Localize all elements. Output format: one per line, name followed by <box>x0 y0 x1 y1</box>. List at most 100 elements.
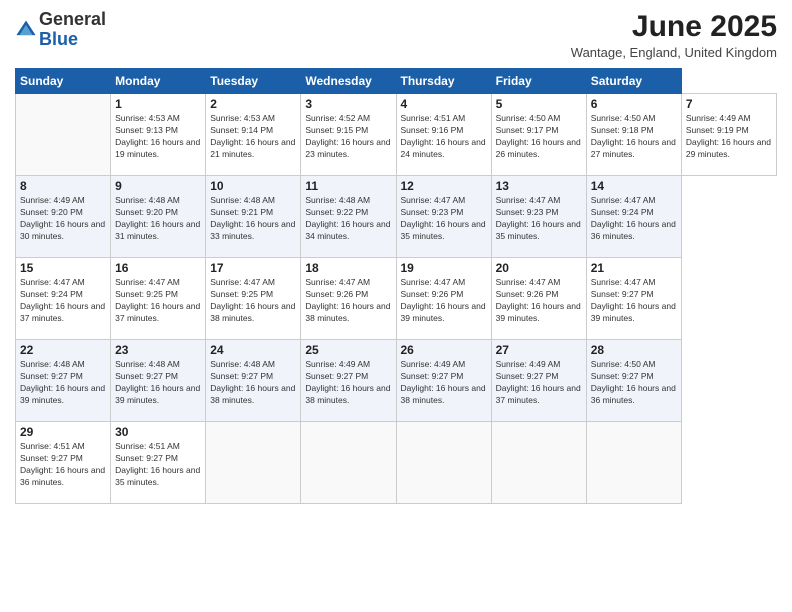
calendar-day-cell: 5 Sunrise: 4:50 AM Sunset: 9:17 PM Dayli… <box>491 94 586 176</box>
sunset-label: Sunset: 9:26 PM <box>305 289 368 299</box>
calendar-day-cell: 23 Sunrise: 4:48 AM Sunset: 9:27 PM Dayl… <box>111 340 206 422</box>
sunrise-label: Sunrise: 4:48 AM <box>210 195 275 205</box>
day-number: 1 <box>115 97 201 111</box>
calendar-week-row: 29 Sunrise: 4:51 AM Sunset: 9:27 PM Dayl… <box>16 422 777 504</box>
calendar-day-cell: 2 Sunrise: 4:53 AM Sunset: 9:14 PM Dayli… <box>206 94 301 176</box>
day-number: 2 <box>210 97 296 111</box>
calendar-day-cell: 18 Sunrise: 4:47 AM Sunset: 9:26 PM Dayl… <box>301 258 396 340</box>
daylight-label: Daylight: 16 hours and 36 minutes. <box>591 383 676 405</box>
sunrise-label: Sunrise: 4:48 AM <box>305 195 370 205</box>
empty-cell <box>206 422 301 504</box>
calendar-day-cell: 29 Sunrise: 4:51 AM Sunset: 9:27 PM Dayl… <box>16 422 111 504</box>
empty-cell <box>491 422 586 504</box>
day-number: 28 <box>591 343 677 357</box>
sunset-label: Sunset: 9:27 PM <box>210 371 273 381</box>
calendar-day-cell: 12 Sunrise: 4:47 AM Sunset: 9:23 PM Dayl… <box>396 176 491 258</box>
day-number: 27 <box>496 343 582 357</box>
daylight-label: Daylight: 16 hours and 26 minutes. <box>496 137 581 159</box>
calendar-day-cell: 20 Sunrise: 4:47 AM Sunset: 9:26 PM Dayl… <box>491 258 586 340</box>
calendar-week-row: 8 Sunrise: 4:49 AM Sunset: 9:20 PM Dayli… <box>16 176 777 258</box>
sunset-label: Sunset: 9:17 PM <box>496 125 559 135</box>
sunrise-label: Sunrise: 4:51 AM <box>401 113 466 123</box>
sunrise-label: Sunrise: 4:49 AM <box>496 359 561 369</box>
sunset-label: Sunset: 9:24 PM <box>20 289 83 299</box>
sunrise-label: Sunrise: 4:53 AM <box>115 113 180 123</box>
calendar-day-cell: 15 Sunrise: 4:47 AM Sunset: 9:24 PM Dayl… <box>16 258 111 340</box>
sunset-label: Sunset: 9:27 PM <box>20 453 83 463</box>
sunset-label: Sunset: 9:22 PM <box>305 207 368 217</box>
sunset-label: Sunset: 9:21 PM <box>210 207 273 217</box>
daylight-label: Daylight: 16 hours and 34 minutes. <box>305 219 390 241</box>
day-info: Sunrise: 4:49 AM Sunset: 9:20 PM Dayligh… <box>20 195 106 243</box>
day-number: 18 <box>305 261 391 275</box>
day-info: Sunrise: 4:47 AM Sunset: 9:27 PM Dayligh… <box>591 277 677 325</box>
sunset-label: Sunset: 9:26 PM <box>401 289 464 299</box>
sunrise-label: Sunrise: 4:47 AM <box>591 277 656 287</box>
daylight-label: Daylight: 16 hours and 38 minutes. <box>305 301 390 323</box>
sunset-label: Sunset: 9:27 PM <box>305 371 368 381</box>
day-info: Sunrise: 4:47 AM Sunset: 9:24 PM Dayligh… <box>591 195 677 243</box>
sunrise-label: Sunrise: 4:50 AM <box>496 113 561 123</box>
daylight-label: Daylight: 16 hours and 23 minutes. <box>305 137 390 159</box>
day-info: Sunrise: 4:48 AM Sunset: 9:22 PM Dayligh… <box>305 195 391 243</box>
daylight-label: Daylight: 16 hours and 35 minutes. <box>115 465 200 487</box>
sunset-label: Sunset: 9:23 PM <box>401 207 464 217</box>
calendar-day-cell: 13 Sunrise: 4:47 AM Sunset: 9:23 PM Dayl… <box>491 176 586 258</box>
day-number: 15 <box>20 261 106 275</box>
day-number: 26 <box>401 343 487 357</box>
header: General Blue June 2025 Wantage, England,… <box>15 10 777 60</box>
sunrise-label: Sunrise: 4:49 AM <box>305 359 370 369</box>
day-info: Sunrise: 4:51 AM Sunset: 9:27 PM Dayligh… <box>20 441 106 489</box>
day-number: 13 <box>496 179 582 193</box>
day-info: Sunrise: 4:47 AM Sunset: 9:26 PM Dayligh… <box>496 277 582 325</box>
day-info: Sunrise: 4:52 AM Sunset: 9:15 PM Dayligh… <box>305 113 391 161</box>
day-info: Sunrise: 4:47 AM Sunset: 9:23 PM Dayligh… <box>496 195 582 243</box>
daylight-label: Daylight: 16 hours and 21 minutes. <box>210 137 295 159</box>
day-number: 29 <box>20 425 106 439</box>
day-info: Sunrise: 4:49 AM Sunset: 9:19 PM Dayligh… <box>686 113 772 161</box>
sunset-label: Sunset: 9:15 PM <box>305 125 368 135</box>
calendar-week-row: 1 Sunrise: 4:53 AM Sunset: 9:13 PM Dayli… <box>16 94 777 176</box>
sunrise-label: Sunrise: 4:50 AM <box>591 359 656 369</box>
sunrise-label: Sunrise: 4:47 AM <box>115 277 180 287</box>
title-block: June 2025 Wantage, England, United Kingd… <box>571 10 777 60</box>
logo-icon <box>15 19 37 41</box>
day-info: Sunrise: 4:50 AM Sunset: 9:17 PM Dayligh… <box>496 113 582 161</box>
day-header-wednesday: Wednesday <box>301 69 396 94</box>
sunset-label: Sunset: 9:19 PM <box>686 125 749 135</box>
day-number: 3 <box>305 97 391 111</box>
sunset-label: Sunset: 9:18 PM <box>591 125 654 135</box>
logo-general: General <box>39 9 106 29</box>
calendar-day-cell: 25 Sunrise: 4:49 AM Sunset: 9:27 PM Dayl… <box>301 340 396 422</box>
day-header-monday: Monday <box>111 69 206 94</box>
sunrise-label: Sunrise: 4:52 AM <box>305 113 370 123</box>
daylight-label: Daylight: 16 hours and 37 minutes. <box>20 301 105 323</box>
sunset-label: Sunset: 9:13 PM <box>115 125 178 135</box>
sunset-label: Sunset: 9:24 PM <box>591 207 654 217</box>
day-info: Sunrise: 4:51 AM Sunset: 9:27 PM Dayligh… <box>115 441 201 489</box>
calendar-day-cell: 7 Sunrise: 4:49 AM Sunset: 9:19 PM Dayli… <box>681 94 776 176</box>
calendar-day-cell: 1 Sunrise: 4:53 AM Sunset: 9:13 PM Dayli… <box>111 94 206 176</box>
daylight-label: Daylight: 16 hours and 39 minutes. <box>591 301 676 323</box>
calendar-day-cell: 19 Sunrise: 4:47 AM Sunset: 9:26 PM Dayl… <box>396 258 491 340</box>
day-info: Sunrise: 4:51 AM Sunset: 9:16 PM Dayligh… <box>401 113 487 161</box>
calendar-day-cell: 21 Sunrise: 4:47 AM Sunset: 9:27 PM Dayl… <box>586 258 681 340</box>
sunrise-label: Sunrise: 4:48 AM <box>115 195 180 205</box>
calendar-day-cell: 26 Sunrise: 4:49 AM Sunset: 9:27 PM Dayl… <box>396 340 491 422</box>
sunrise-label: Sunrise: 4:47 AM <box>496 195 561 205</box>
sunset-label: Sunset: 9:27 PM <box>115 371 178 381</box>
sunrise-label: Sunrise: 4:50 AM <box>591 113 656 123</box>
day-number: 23 <box>115 343 201 357</box>
empty-cell <box>16 94 111 176</box>
day-info: Sunrise: 4:47 AM Sunset: 9:23 PM Dayligh… <box>401 195 487 243</box>
calendar-table: SundayMondayTuesdayWednesdayThursdayFrid… <box>15 68 777 504</box>
daylight-label: Daylight: 16 hours and 35 minutes. <box>496 219 581 241</box>
sunrise-label: Sunrise: 4:49 AM <box>20 195 85 205</box>
day-info: Sunrise: 4:49 AM Sunset: 9:27 PM Dayligh… <box>401 359 487 407</box>
day-info: Sunrise: 4:47 AM Sunset: 9:26 PM Dayligh… <box>305 277 391 325</box>
day-header-saturday: Saturday <box>586 69 681 94</box>
daylight-label: Daylight: 16 hours and 24 minutes. <box>401 137 486 159</box>
logo: General Blue <box>15 10 106 50</box>
day-header-tuesday: Tuesday <box>206 69 301 94</box>
day-header-sunday: Sunday <box>16 69 111 94</box>
